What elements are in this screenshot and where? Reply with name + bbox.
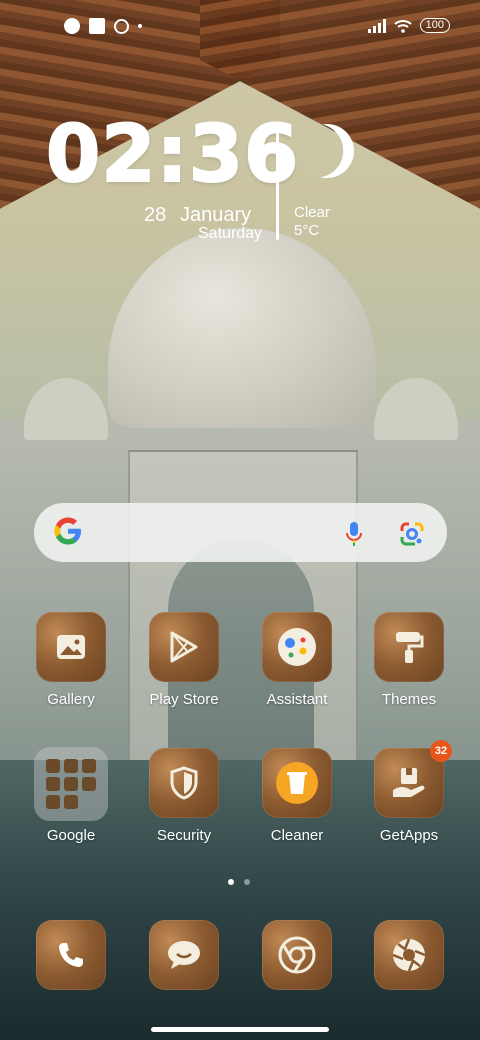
camera-icon xyxy=(374,920,444,990)
location-pin-icon xyxy=(114,18,129,34)
gallery-icon xyxy=(36,612,106,682)
widget-divider xyxy=(276,128,279,240)
page-dot-active xyxy=(228,879,234,885)
home-gesture-bar[interactable] xyxy=(151,1027,329,1032)
dock-messages[interactable] xyxy=(134,920,234,990)
google-g-icon xyxy=(54,517,81,545)
dot-icon xyxy=(138,24,142,28)
mic-icon[interactable] xyxy=(344,521,364,547)
app-label: Cleaner xyxy=(270,827,324,844)
app-themes[interactable]: Themes xyxy=(359,612,459,708)
weekday: Saturday xyxy=(198,225,263,242)
clock-time[interactable]: 02:36 xyxy=(45,115,299,195)
phone-icon xyxy=(36,920,106,990)
weather-condition[interactable]: Clear xyxy=(294,204,330,221)
app-play-store[interactable]: Play Store xyxy=(134,612,234,708)
battery-icon: 100 xyxy=(419,18,450,33)
app-label: Themes xyxy=(381,691,437,708)
date-month: January xyxy=(180,204,252,226)
wallpaper-dome-left xyxy=(24,378,108,440)
app-label: GetApps xyxy=(379,827,439,844)
page-indicator[interactable] xyxy=(228,879,250,885)
app-label: Google xyxy=(46,827,96,844)
cleaner-icon xyxy=(262,748,332,818)
dock-chrome[interactable] xyxy=(247,920,347,990)
page-dot xyxy=(244,879,250,885)
getapps-icon: 32 xyxy=(374,740,452,818)
notification-badge: 32 xyxy=(430,740,452,762)
app-notification-icon xyxy=(64,18,80,34)
wallpaper-main-dome xyxy=(108,228,376,428)
app-label: Security xyxy=(156,827,212,844)
wifi-icon xyxy=(393,19,412,33)
dock-camera[interactable] xyxy=(359,920,459,990)
square-notification-icon xyxy=(89,18,105,34)
app-cleaner[interactable]: Cleaner xyxy=(247,748,347,844)
themes-icon xyxy=(374,612,444,682)
shield-icon xyxy=(149,748,219,818)
date-day: 28 xyxy=(144,204,167,226)
app-security[interactable]: Security xyxy=(134,748,234,844)
play-store-icon xyxy=(149,612,219,682)
google-search-bar[interactable] xyxy=(34,503,447,562)
app-getapps[interactable]: 32 GetApps xyxy=(359,740,459,844)
app-label: Gallery xyxy=(47,691,95,708)
wallpaper-dome-right xyxy=(374,378,458,440)
app-label: Assistant xyxy=(266,691,328,708)
app-google-folder[interactable]: Google xyxy=(21,747,121,844)
app-assistant[interactable]: Assistant xyxy=(247,612,347,708)
messages-icon xyxy=(149,920,219,990)
app-gallery[interactable]: Gallery xyxy=(21,612,121,708)
google-lens-icon[interactable] xyxy=(399,521,425,547)
folder-icon xyxy=(34,747,108,821)
assistant-icon xyxy=(262,612,332,682)
chrome-icon xyxy=(262,920,332,990)
weather-temperature[interactable]: 5°C xyxy=(294,222,319,239)
status-bar: 100 xyxy=(0,0,480,56)
signal-icon xyxy=(367,18,386,33)
dock-phone[interactable] xyxy=(21,920,121,990)
app-label: Play Store xyxy=(149,691,219,708)
